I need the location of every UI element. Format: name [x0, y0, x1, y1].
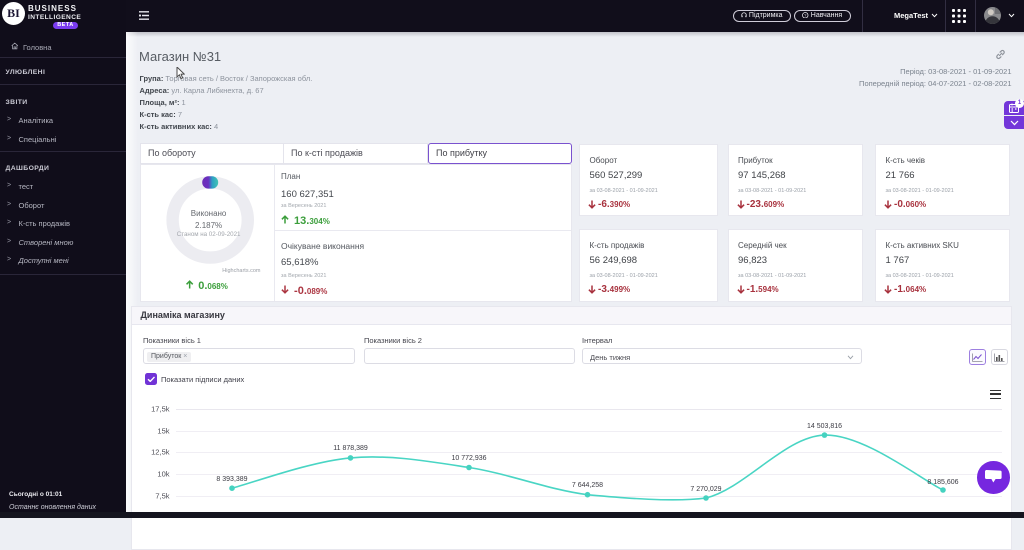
svg-text:?: ?	[804, 12, 807, 17]
